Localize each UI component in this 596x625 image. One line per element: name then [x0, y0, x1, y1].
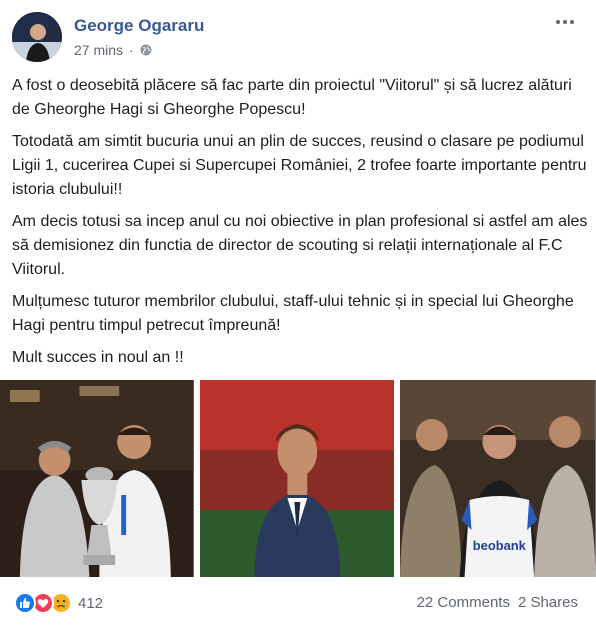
post-header: George Ogararu 27 mins · — [12, 12, 584, 62]
reactions-summary[interactable]: 412 — [14, 592, 103, 614]
author-name[interactable]: George Ogararu — [74, 16, 204, 36]
paragraph: Mult succes in noul an !! — [12, 349, 184, 366]
reaction-count: 412 — [78, 594, 104, 612]
photo-stadium[interactable] — [199, 380, 395, 577]
ellipsis-icon[interactable] — [556, 20, 580, 30]
post-text: A fost o deosebită plăcere să fac parte … — [12, 74, 588, 378]
photo-trophy[interactable] — [0, 380, 194, 577]
engagement-stats: 22 Comments 2 Shares — [417, 594, 578, 611]
photo-grid: beobank — [0, 380, 596, 577]
jersey-sponsor-text: beobank — [473, 538, 527, 553]
timestamp[interactable]: 27 mins — [74, 42, 123, 58]
like-icon — [14, 592, 36, 614]
post-meta: 27 mins · — [74, 42, 152, 58]
avatar[interactable] — [12, 12, 62, 62]
shares-count[interactable]: 2 Shares — [518, 594, 578, 611]
photo-jersey[interactable]: beobank — [400, 380, 596, 577]
post-footer: 412 22 Comments 2 Shares — [0, 584, 596, 624]
paragraph: Am decis totusi sa incep anul cu noi obi… — [12, 213, 588, 278]
separator-dot: · — [129, 42, 134, 58]
paragraph: Totodată am simtit bucuria unui an plin … — [12, 133, 587, 198]
comments-count[interactable]: 22 Comments — [417, 594, 510, 611]
globe-icon[interactable] — [140, 44, 152, 56]
paragraph: A fost o deosebită plăcere să fac parte … — [12, 77, 572, 118]
facebook-post: George Ogararu 27 mins · A fost o deoseb… — [0, 0, 596, 625]
paragraph: Mulțumesc tuturor membrilor clubului, st… — [12, 293, 574, 334]
